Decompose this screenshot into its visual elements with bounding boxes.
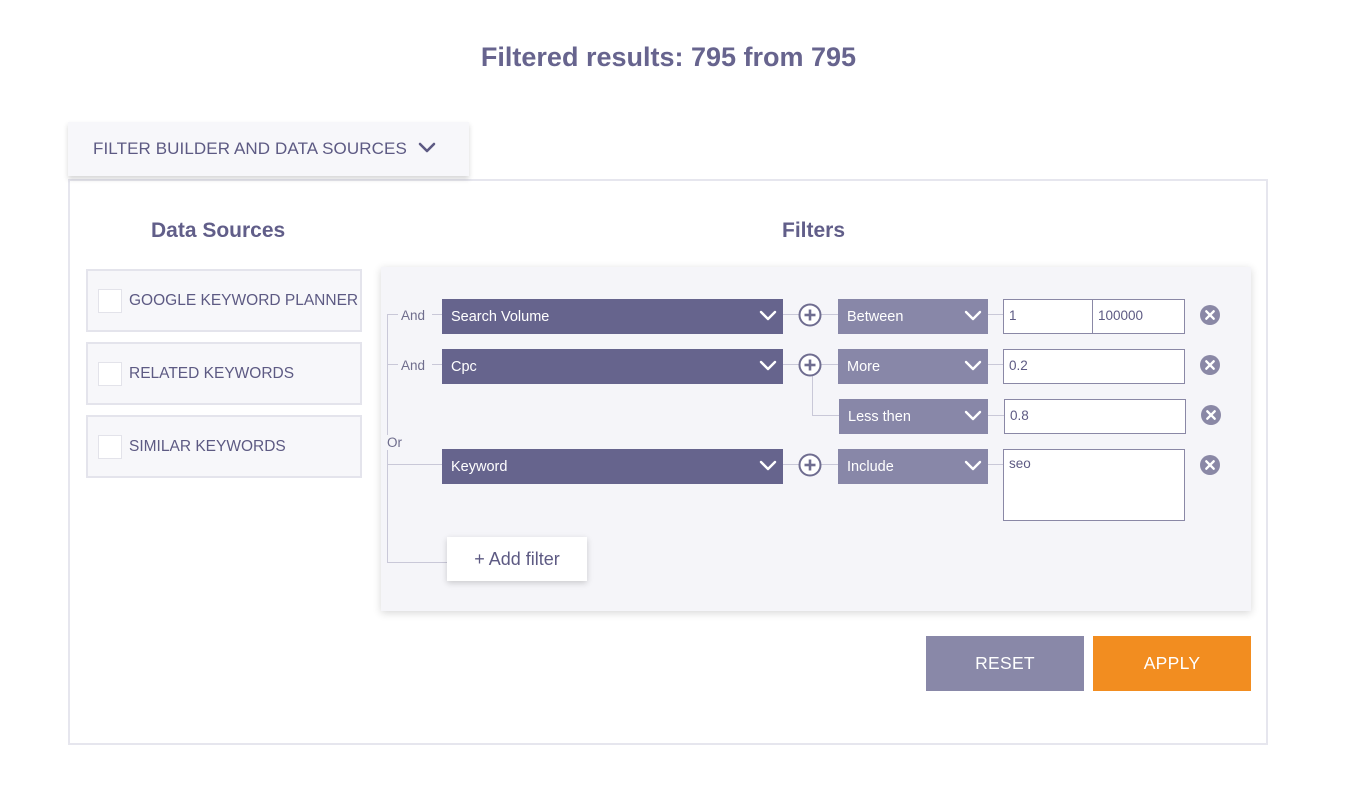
field-select-keyword[interactable]: Keyword: [442, 449, 783, 484]
operator-select-less-then[interactable]: Less then: [839, 399, 988, 434]
operator-select-value: Between: [847, 308, 904, 325]
data-source-label: GOOGLE KEYWORD PLANNER: [129, 291, 359, 309]
connector-or[interactable]: Or: [386, 435, 403, 450]
tree-line: [812, 415, 839, 416]
data-source-related-keywords[interactable]: RELATED KEYWORDS: [86, 342, 362, 405]
chevron-down-icon: [964, 460, 982, 471]
tree-line: [387, 314, 398, 315]
chevron-down-icon: [759, 310, 777, 321]
data-source-label: RELATED KEYWORDS: [129, 364, 295, 382]
remove-filter-icon[interactable]: [1200, 455, 1220, 475]
tree-line: [821, 464, 838, 465]
connector-and[interactable]: And: [401, 358, 425, 373]
operator-select-between[interactable]: Between: [838, 299, 988, 334]
field-select-value: Keyword: [451, 458, 508, 475]
tree-line: [988, 415, 1004, 416]
add-condition-icon[interactable]: [798, 453, 822, 477]
checkbox[interactable]: [98, 361, 122, 386]
data-sources-title: Data Sources: [151, 219, 286, 242]
operator-select-value: Include: [847, 458, 894, 475]
value-textarea[interactable]: seo: [1003, 449, 1185, 521]
chevron-down-icon: [759, 360, 777, 371]
value-input[interactable]: 0.8: [1004, 399, 1186, 434]
reset-button[interactable]: RESET: [926, 636, 1084, 691]
data-source-google-keyword-planner[interactable]: GOOGLE KEYWORD PLANNER: [86, 269, 362, 332]
data-source-label: SIMILAR KEYWORDS: [129, 437, 286, 455]
value-max-input[interactable]: 100000: [1092, 299, 1185, 334]
results-title: Filtered results: 795 from 795: [480, 42, 857, 72]
tree-line: [432, 314, 442, 315]
field-select-search-volume[interactable]: Search Volume: [442, 299, 783, 334]
field-select-cpc[interactable]: Cpc: [442, 349, 783, 384]
field-select-value: Cpc: [451, 358, 477, 375]
add-filter-button[interactable]: + Add filter: [447, 537, 587, 581]
tree-line: [988, 314, 1003, 315]
operator-select-more[interactable]: More: [838, 349, 988, 384]
add-condition-icon[interactable]: [798, 353, 822, 377]
data-source-similar-keywords[interactable]: SIMILAR KEYWORDS: [86, 415, 362, 478]
chevron-down-icon: [964, 360, 982, 371]
connector-and[interactable]: And: [401, 308, 425, 323]
field-select-value: Search Volume: [451, 308, 550, 325]
value-min-input[interactable]: 1: [1003, 299, 1093, 334]
filter-builder-tab[interactable]: FILTER BUILDER AND DATA SOURCES: [68, 122, 469, 176]
tree-line: [387, 364, 398, 365]
checkbox[interactable]: [98, 288, 122, 313]
chevron-down-icon: [964, 310, 982, 321]
remove-filter-icon[interactable]: [1201, 405, 1221, 425]
checkbox[interactable]: [98, 434, 122, 459]
operator-select-include[interactable]: Include: [838, 449, 988, 484]
filters-title: Filters: [782, 219, 846, 242]
filter-builder-tab-label: FILTER BUILDER AND DATA SOURCES: [93, 139, 407, 158]
tree-line: [821, 314, 838, 315]
apply-button[interactable]: APPLY: [1093, 636, 1251, 691]
tree-line: [387, 464, 442, 465]
value-input[interactable]: 0.2: [1003, 349, 1185, 384]
chevron-down-icon[interactable]: [417, 141, 437, 155]
add-condition-icon[interactable]: [798, 303, 822, 327]
tree-line: [988, 364, 1003, 365]
remove-filter-icon[interactable]: [1200, 355, 1220, 375]
remove-filter-icon[interactable]: [1200, 305, 1220, 325]
tree-line: [812, 376, 813, 415]
tree-line: [783, 314, 799, 315]
operator-select-value: Less then: [848, 408, 911, 425]
operator-select-value: More: [847, 358, 881, 375]
tree-line: [783, 364, 799, 365]
tree-line: [387, 562, 447, 563]
tree-line: [432, 364, 442, 365]
chevron-down-icon: [759, 460, 777, 471]
tree-line: [988, 464, 1003, 465]
tree-line: [783, 464, 799, 465]
tree-line: [821, 364, 838, 365]
chevron-down-icon: [964, 410, 982, 421]
